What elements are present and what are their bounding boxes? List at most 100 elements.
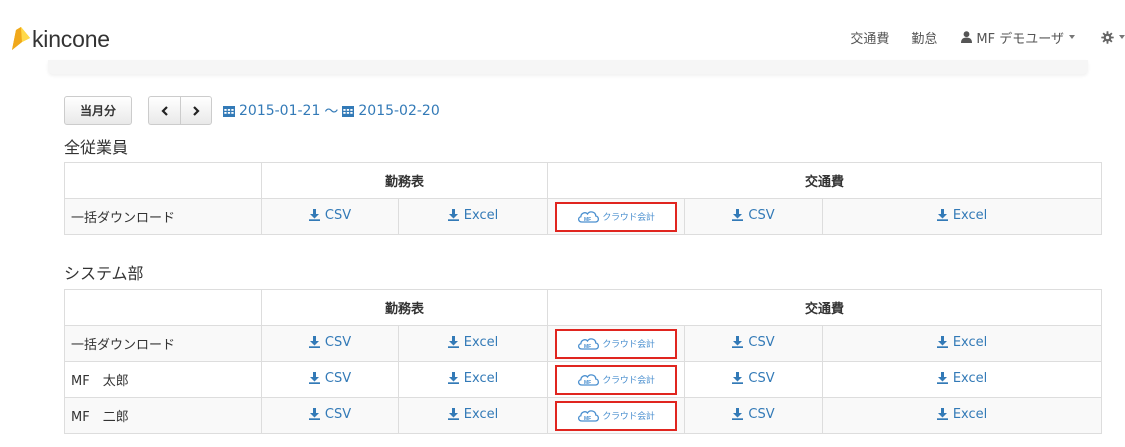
transport-excel-download[interactable]: Excel <box>936 208 987 223</box>
download-icon <box>308 372 320 385</box>
nav-link-attendance[interactable]: 勤怠 <box>911 28 937 47</box>
svg-text:MF: MF <box>584 344 591 350</box>
chevron-down-icon <box>1119 35 1125 39</box>
prev-period-button[interactable] <box>148 96 180 125</box>
mf-cloud-label: クラウド会計 <box>602 376 655 386</box>
transport-csv-cell: CSV <box>684 361 824 398</box>
row-label: 一括ダウンロード <box>64 325 262 362</box>
transport-csv-cell: CSV <box>684 397 824 434</box>
download-icon <box>936 372 948 385</box>
attendance-csv-cell: CSV <box>261 397 399 434</box>
cloud-icon: MF <box>578 374 600 386</box>
gear-icon <box>1101 30 1114 44</box>
transport-csv-download[interactable]: CSV <box>732 208 775 223</box>
table-row: 一括ダウンロード CSV Excel MF クラウド会計 CSV Excel <box>64 198 1103 235</box>
chevron-left-icon <box>160 105 168 116</box>
user-menu[interactable]: MF デモユーザ <box>961 28 1075 47</box>
chevron-right-icon <box>193 105 200 116</box>
attendance-csv-download[interactable]: CSV <box>308 208 351 223</box>
download-icon <box>732 336 744 349</box>
transport-excel-cell: Excel <box>822 361 1103 398</box>
download-icon <box>308 336 320 349</box>
cloud-icon: MF <box>578 410 600 422</box>
user-name: MF デモユーザ <box>976 31 1064 47</box>
download-icon <box>308 408 320 421</box>
brand-name: kincone <box>32 25 110 52</box>
mf-cloud-cell: MF クラウド会計 <box>547 361 686 398</box>
calendar-icon <box>223 105 235 117</box>
download-icon <box>447 408 459 421</box>
mf-cloud-accounting-button[interactable]: MF クラウド会計 <box>555 400 678 431</box>
attendance-excel-download[interactable]: Excel <box>447 208 498 223</box>
next-period-button[interactable] <box>180 96 212 125</box>
transport-excel-download[interactable]: Excel <box>936 335 987 350</box>
attendance-excel-cell: Excel <box>397 361 549 398</box>
transport-csv-cell: CSV <box>684 325 824 362</box>
svg-text:MF: MF <box>584 217 591 223</box>
attendance-excel-download[interactable]: Excel <box>447 335 498 350</box>
transport-excel-cell: Excel <box>822 325 1103 362</box>
download-icon <box>447 209 459 222</box>
transport-excel-cell: Excel <box>822 397 1103 434</box>
download-icon <box>936 336 948 349</box>
settings-menu[interactable] <box>1101 30 1125 44</box>
download-icon <box>936 408 948 421</box>
download-table-system-dept: 勤務表 交通費 一括ダウンロード CSV Excel MF クラウド会計 CSV… <box>64 289 1103 434</box>
mf-cloud-accounting-button[interactable]: MF クラウド会計 <box>555 364 678 395</box>
mf-cloud-cell: MF クラウド会計 <box>547 198 686 235</box>
attendance-excel-download[interactable]: Excel <box>447 407 498 422</box>
table-row: 一括ダウンロード CSV Excel MF クラウド会計 CSV Excel <box>64 325 1103 362</box>
mf-cloud-accounting-button[interactable]: MF クラウド会計 <box>555 328 678 359</box>
transport-excel-download[interactable]: Excel <box>936 371 987 386</box>
transport-csv-download[interactable]: CSV <box>732 335 775 350</box>
date-range: 2015-01-21 ～ 2015-02-20 <box>223 101 440 121</box>
attendance-excel-cell: Excel <box>397 198 549 235</box>
period-toolbar: 当月分 2015-01-21 ～ 2015-02-20 <box>64 96 440 125</box>
transport-csv-download[interactable]: CSV <box>732 371 775 386</box>
row-label: MF 二郎 <box>64 397 262 434</box>
cloud-icon: MF <box>578 338 600 350</box>
attendance-csv-download[interactable]: CSV <box>308 371 351 386</box>
download-icon <box>308 209 320 222</box>
nav-menu: 交通費 勤怠 MF デモユーザ <box>828 26 1125 48</box>
attendance-csv-cell: CSV <box>261 198 399 235</box>
calendar-icon <box>342 105 355 117</box>
start-date[interactable]: 2015-01-21 <box>239 103 320 119</box>
date-separator: ～ <box>324 103 339 120</box>
header-attendance: 勤務表 <box>260 289 549 326</box>
user-icon <box>961 31 973 43</box>
header-empty <box>64 289 262 326</box>
nav-link-transport[interactable]: 交通費 <box>850 28 889 47</box>
svg-text:MF: MF <box>584 416 591 422</box>
mf-cloud-cell: MF クラウド会計 <box>547 325 686 362</box>
current-month-button[interactable]: 当月分 <box>64 96 132 125</box>
row-label: MF 太郎 <box>64 361 262 398</box>
cloud-icon: MF <box>578 211 600 223</box>
download-table-all-employees: 勤務表 交通費 一括ダウンロード CSV Excel MF クラウド会計 CSV… <box>64 162 1103 235</box>
mf-cloud-label: クラウド会計 <box>602 213 655 223</box>
download-icon <box>936 209 948 222</box>
attendance-csv-cell: CSV <box>261 361 399 398</box>
transport-excel-download[interactable]: Excel <box>936 407 987 422</box>
attendance-csv-download[interactable]: CSV <box>308 407 351 422</box>
mf-cloud-accounting-button[interactable]: MF クラウド会計 <box>555 201 678 232</box>
attendance-excel-cell: Excel <box>397 397 549 434</box>
attendance-excel-download[interactable]: Excel <box>447 371 498 386</box>
section-title-all-employees: 全従業員 <box>64 138 129 157</box>
header-empty <box>64 162 262 199</box>
download-icon <box>447 372 459 385</box>
mf-cloud-cell: MF クラウド会計 <box>547 397 686 434</box>
transport-excel-cell: Excel <box>822 198 1103 235</box>
header-transport: 交通費 <box>547 162 1103 199</box>
end-date[interactable]: 2015-02-20 <box>358 103 439 119</box>
mf-cloud-label: クラウド会計 <box>602 340 655 350</box>
attendance-csv-download[interactable]: CSV <box>308 335 351 350</box>
transport-csv-download[interactable]: CSV <box>732 407 775 422</box>
section-title-system-dept: システム部 <box>64 264 144 283</box>
header-panel <box>48 60 1088 74</box>
download-icon <box>732 209 744 222</box>
mf-cloud-label: クラウド会計 <box>602 412 655 422</box>
brand-logo[interactable]: kincone <box>8 24 110 54</box>
kincone-logo-icon <box>12 27 30 50</box>
header-transport: 交通費 <box>547 289 1103 326</box>
